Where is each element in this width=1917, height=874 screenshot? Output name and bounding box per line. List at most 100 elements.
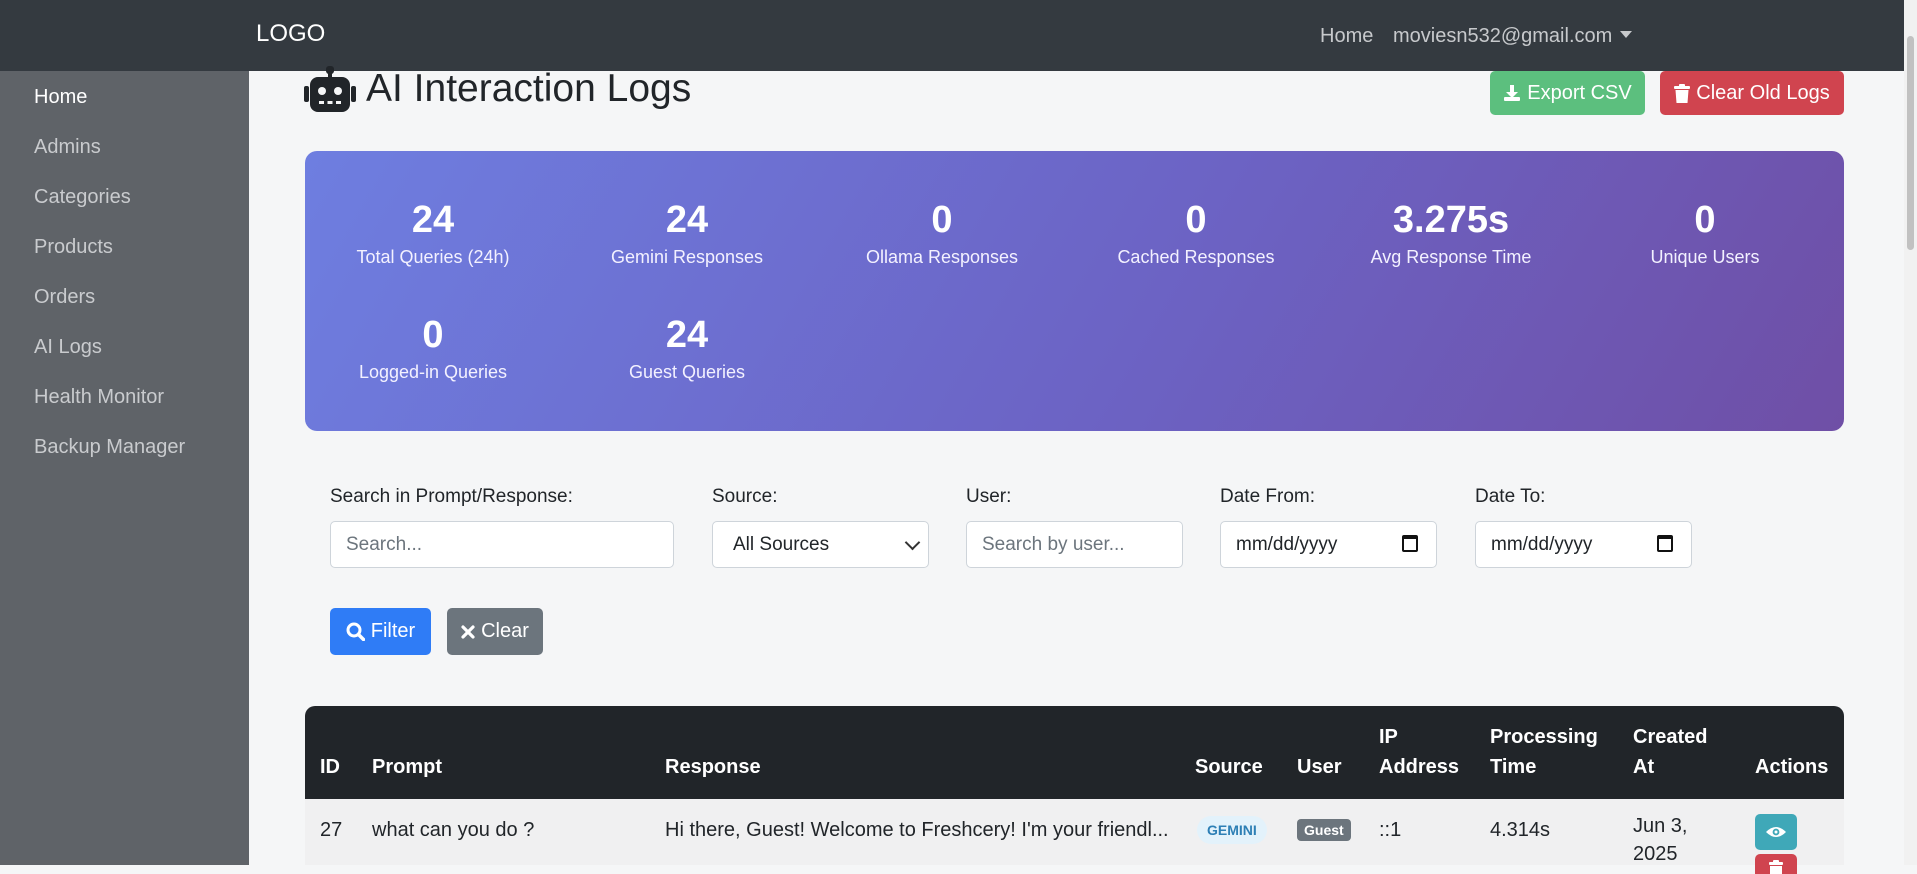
stat-label: Total Queries (24h) (356, 247, 510, 267)
source-label: Source: (712, 486, 778, 507)
created-date: Jun 3, (1633, 815, 1688, 837)
stat-value: 24 (411, 199, 455, 241)
download-icon (1504, 85, 1521, 101)
sidebar-item-categories[interactable]: Categories (34, 186, 131, 209)
stat-label: Cached Responses (1117, 247, 1275, 267)
cell-ip: ::1 (1379, 819, 1402, 841)
date-from-label: Date From: (1220, 486, 1316, 507)
column-header-response: Response (665, 756, 761, 778)
source-badge: GEMINI (1197, 816, 1267, 844)
robot-icon (304, 66, 356, 112)
stat-value: 0 (422, 314, 444, 356)
search-input[interactable]: Search... (330, 521, 674, 568)
stat-label: Avg Response Time (1370, 247, 1532, 267)
stat-ollama-responses: 0 Ollama Responses (815, 198, 1069, 268)
stat-value: 0 (1185, 199, 1207, 241)
created-year: 2025 (1633, 843, 1678, 865)
chevron-down-icon (1620, 31, 1633, 38)
date-to-value: mm/dd/yyyy (1491, 533, 1593, 555)
export-csv-button[interactable]: Export CSV (1490, 71, 1645, 115)
table-row: 27 what can you do ? Hi there, Guest! We… (305, 799, 1844, 874)
search-icon (346, 622, 365, 641)
column-header-source: Source (1195, 756, 1263, 778)
cell-response: Hi there, Guest! Welcome to Freshcery! I… (665, 819, 1169, 841)
export-csv-label: Export CSV (1527, 81, 1632, 104)
header-line: Created (1633, 726, 1708, 748)
scrollbar-thumb[interactable] (1907, 36, 1914, 250)
nav-home-link[interactable]: Home (1320, 25, 1373, 48)
clear-old-logs-button[interactable]: Clear Old Logs (1660, 71, 1844, 115)
stat-label: Unique Users (1650, 247, 1760, 267)
calendar-icon[interactable] (1657, 535, 1673, 552)
stat-value: 24 (665, 314, 709, 356)
column-header-ip-address: IP Address (1379, 722, 1459, 782)
user-badge: Guest (1297, 819, 1351, 841)
calendar-icon[interactable] (1402, 535, 1418, 552)
header-line: Time (1490, 756, 1537, 778)
trash-icon (1674, 83, 1691, 103)
delete-log-button[interactable] (1755, 854, 1797, 874)
page-title: AI Interaction Logs (366, 67, 692, 110)
stat-label: Guest Queries (628, 362, 746, 382)
sidebar-item-admins[interactable]: Admins (34, 136, 101, 159)
filter-button-label: Filter (370, 620, 416, 642)
user-menu-dropdown[interactable]: moviesn532@gmail.com (1393, 25, 1633, 48)
stat-label: Ollama Responses (865, 247, 1019, 267)
stat-total-queries: 24 Total Queries (24h) (306, 198, 560, 268)
eye-icon (1766, 827, 1786, 837)
sidebar-item-home[interactable]: Home (34, 86, 87, 109)
view-log-button[interactable] (1755, 814, 1797, 850)
cell-prompt: what can you do ? (372, 819, 535, 841)
user-search-input[interactable]: Search by user... (966, 521, 1183, 568)
column-header-created-at: Created At (1633, 722, 1707, 782)
cell-created-at: Jun 3, 2025 (1633, 812, 1687, 868)
chevron-down-icon (904, 534, 921, 551)
cell-id: 27 (320, 819, 343, 841)
column-header-id: ID (320, 756, 340, 778)
close-icon (461, 624, 475, 639)
stat-cached-responses: 0 Cached Responses (1069, 198, 1323, 268)
stats-card: 24 Total Queries (24h) 24 Gemini Respons… (305, 151, 1844, 431)
date-to-input[interactable]: mm/dd/yyyy (1475, 521, 1692, 568)
column-header-processing-time: Processing Time (1490, 722, 1598, 782)
clear-old-logs-label: Clear Old Logs (1696, 81, 1830, 104)
filter-button[interactable]: Filter (330, 608, 431, 655)
sidebar-item-orders[interactable]: Orders (34, 286, 95, 309)
date-from-input[interactable]: mm/dd/yyyy (1220, 521, 1437, 568)
header-line: Address (1379, 756, 1460, 778)
page-scrollbar[interactable] (1904, 0, 1917, 865)
stat-unique-users: 0 Unique Users (1578, 198, 1832, 268)
sidebar-item-products[interactable]: Products (34, 236, 113, 259)
sidebar-item-backup-manager[interactable]: Backup Manager (34, 436, 185, 459)
search-placeholder: Search... (346, 533, 423, 555)
search-label: Search in Prompt/Response: (330, 486, 573, 507)
stat-label: Gemini Responses (610, 247, 764, 267)
sidebar: Home Admins Categories Products Orders A… (0, 71, 249, 865)
header-line: Processing (1490, 726, 1598, 748)
sidebar-item-health-monitor[interactable]: Health Monitor (34, 386, 164, 409)
stat-avg-response-time: 3.275s Avg Response Time (1324, 198, 1578, 268)
stat-value: 3.275s (1392, 199, 1510, 241)
stat-logged-in-queries: 0 Logged-in Queries (306, 313, 560, 383)
sidebar-item-ai-logs[interactable]: AI Logs (34, 336, 102, 359)
stat-gemini-responses: 24 Gemini Responses (560, 198, 814, 268)
header-line: At (1633, 756, 1655, 778)
brand-logo[interactable]: LOGO (256, 20, 325, 48)
clear-button-label: Clear (481, 620, 529, 642)
source-selected-value: All Sources (733, 533, 830, 555)
stat-label: Logged-in Queries (358, 362, 508, 382)
source-select[interactable]: All Sources (712, 521, 929, 568)
user-search-placeholder: Search by user... (982, 533, 1125, 555)
stat-value: 0 (1694, 199, 1716, 241)
top-navbar: LOGO Home moviesn532@gmail.com (0, 0, 1917, 71)
column-header-actions: Actions (1755, 756, 1829, 778)
cell-processing-time: 4.314s (1490, 819, 1551, 841)
stat-guest-queries: 24 Guest Queries (560, 313, 814, 383)
trash-icon (1769, 860, 1783, 874)
date-to-label: Date To: (1475, 486, 1546, 507)
column-header-user: User (1297, 756, 1342, 778)
column-header-prompt: Prompt (372, 756, 442, 778)
header-line: IP (1379, 726, 1398, 748)
stat-value: 0 (931, 199, 953, 241)
clear-filters-button[interactable]: Clear (447, 608, 543, 655)
